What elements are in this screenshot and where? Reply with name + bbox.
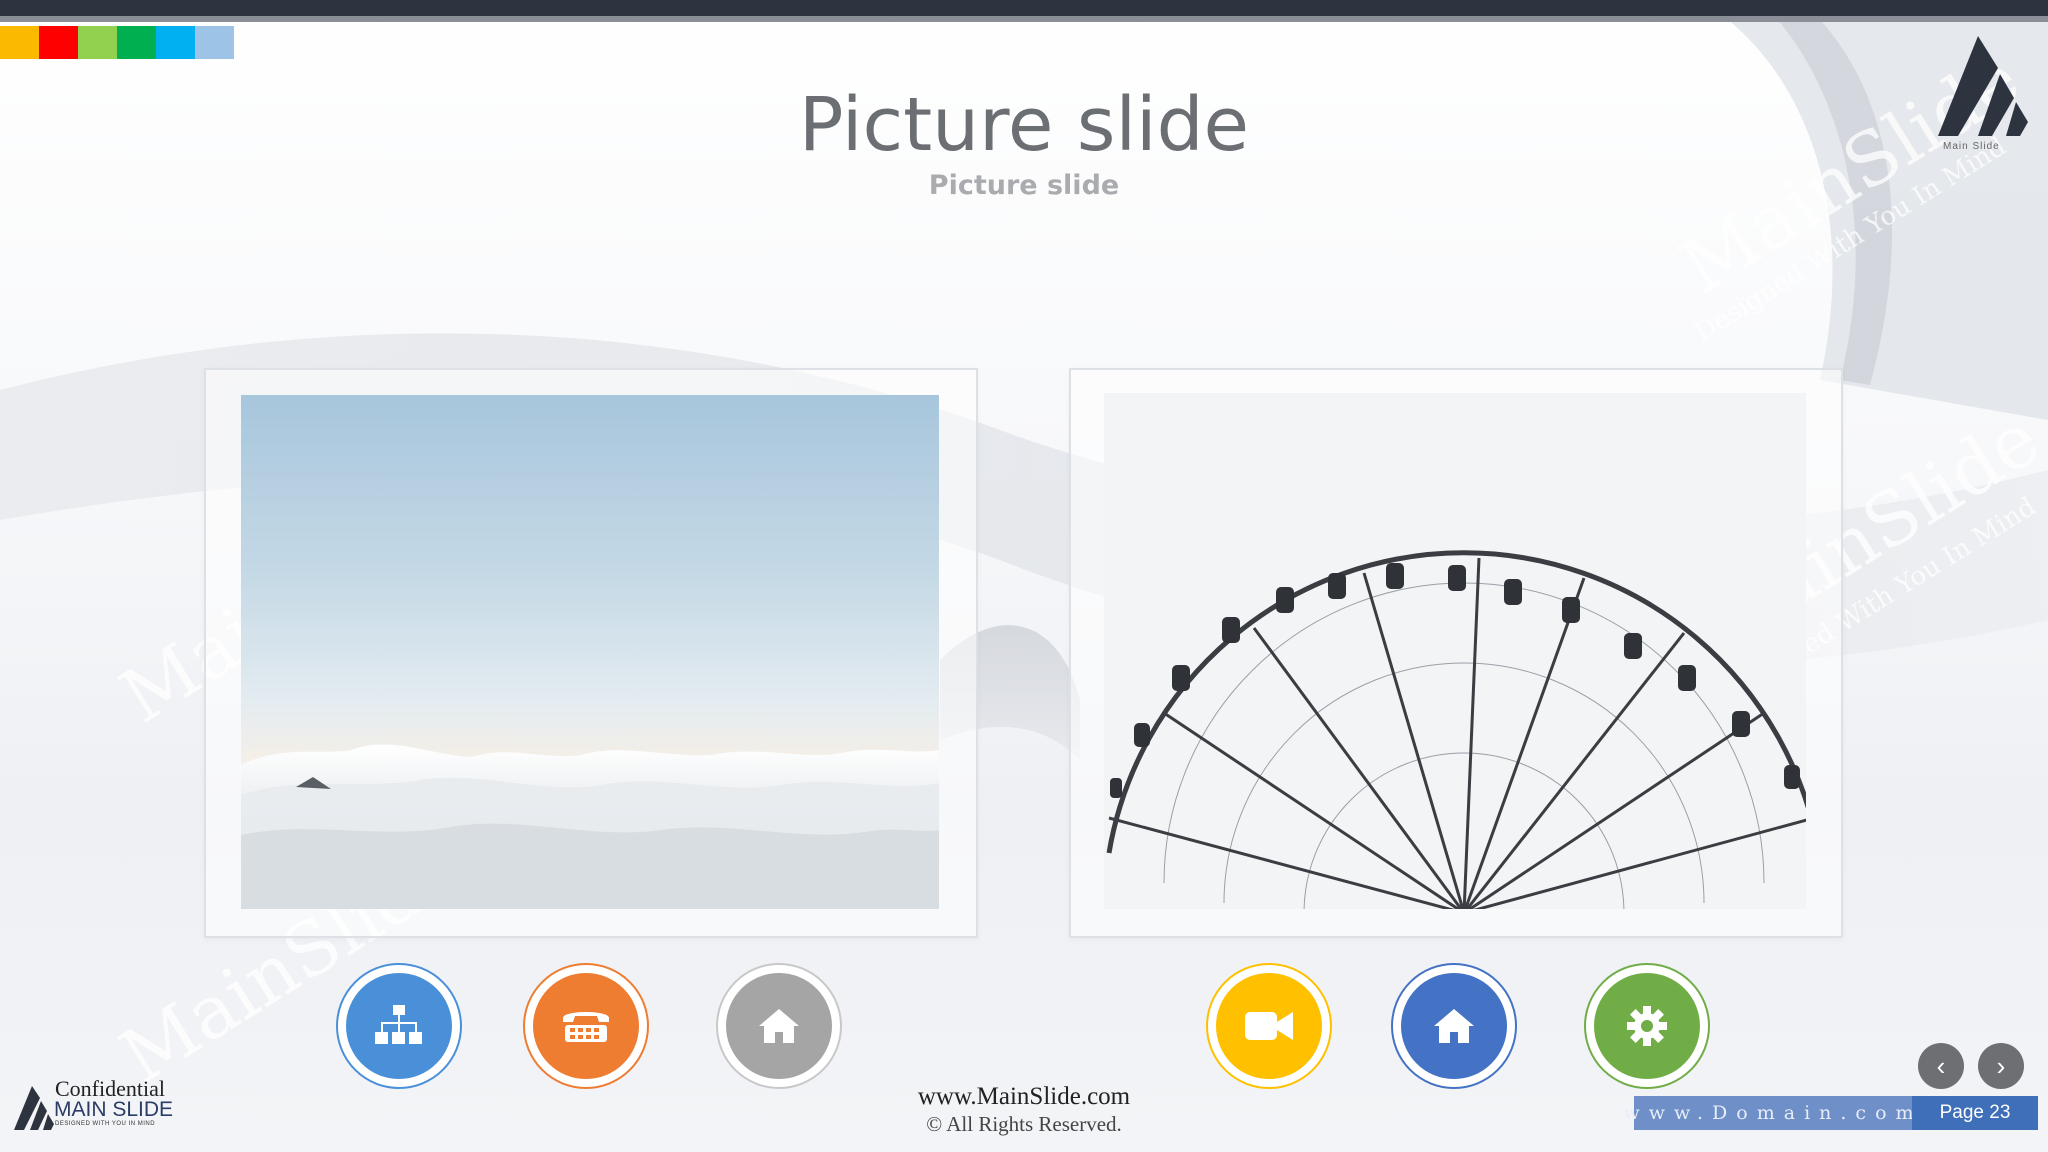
telephone-button[interactable] [523,963,649,1089]
slide-title: Picture slide [798,82,1250,168]
ferris-wheel-picture[interactable] [1104,393,1806,909]
ferris-wheel-illustration [1106,550,1806,909]
chevron-left-icon: ‹ [1936,1050,1946,1081]
swatch-light-green [78,26,117,59]
gear-icon [1594,973,1700,1079]
home-icon [1401,973,1507,1079]
home-icon [726,973,832,1079]
page-number: Page 23 [1912,1096,2038,1130]
main-slide-small-logo-icon [14,1086,54,1130]
video-camera-icon [1216,973,1322,1079]
brand-tagline: DESIGNED WITH YOU IN MIND [55,1121,156,1127]
clouds-illustration [241,744,939,909]
slide-subtitle: Picture slide [928,170,1120,201]
top-bar [0,0,2048,16]
brand-name: MAIN SLIDE [54,1098,174,1121]
org-chart-icon [346,973,452,1079]
top-bar-line [0,16,2048,22]
domain-bar[interactable]: www.Domain.com [1623,1096,1914,1130]
settings-button[interactable] [1584,963,1710,1089]
telephone-icon [533,973,639,1079]
swatch-red [39,26,78,59]
swatch-light-blue [195,26,234,59]
home-button[interactable] [716,963,842,1089]
slide: MainSlide Designed With You In Mind Main… [0,0,2048,1152]
org-chart-button[interactable] [336,963,462,1089]
home-button[interactable] [1391,963,1517,1089]
clouds-picture[interactable] [241,395,939,909]
swatch-yellow [0,26,39,59]
chevron-right-icon: › [1996,1050,2006,1081]
swatch-cyan [156,26,195,59]
video-camera-button[interactable] [1206,963,1332,1089]
color-swatches [0,26,234,59]
swatch-green [117,26,156,59]
